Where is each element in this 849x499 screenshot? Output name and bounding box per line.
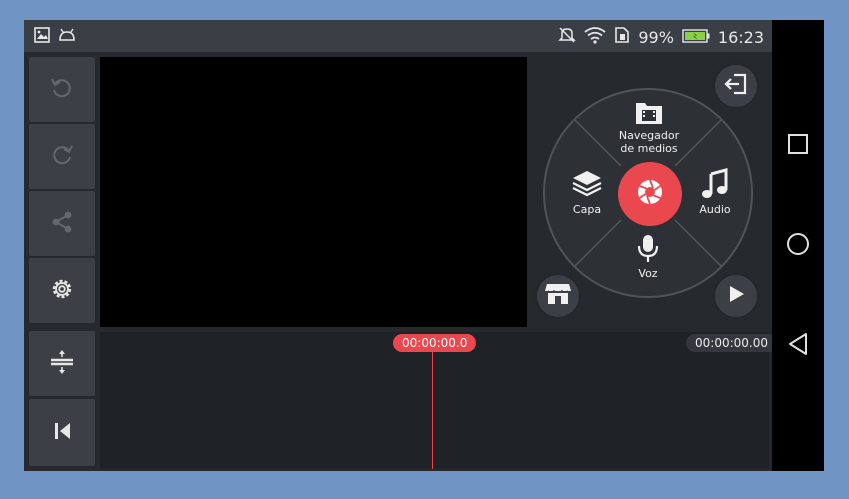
layer-button[interactable]: Capa <box>565 168 609 216</box>
redo-icon <box>49 142 75 172</box>
store-icon <box>544 281 572 311</box>
battery-percentage: 99% <box>638 27 674 47</box>
share-icon <box>49 209 75 239</box>
mute-icon <box>558 26 577 48</box>
layers-icon <box>571 168 603 203</box>
current-time-badge: 00:00:00.0 <box>393 334 477 352</box>
sim-icon <box>614 26 630 48</box>
audio-button[interactable]: Audio <box>693 168 737 216</box>
record-button[interactable] <box>618 162 682 226</box>
wifi-icon <box>584 26 606 48</box>
media-browser-button[interactable]: Navegador de medios <box>609 100 689 155</box>
clock: 16:23 <box>717 27 764 47</box>
system-nav-bar <box>772 20 824 471</box>
app-screen: 99% 16:23 Navegador de medios Capa Audio… <box>24 20 824 471</box>
redo-button[interactable] <box>29 124 95 189</box>
music-note-icon <box>700 168 730 203</box>
layer-label: Capa <box>572 203 602 216</box>
share-button[interactable] <box>29 191 95 256</box>
status-bar: 99% 16:23 <box>24 20 772 52</box>
microphone-icon <box>635 234 661 267</box>
circle-icon <box>786 232 810 260</box>
gallery-icon <box>34 27 50 47</box>
settings-button[interactable] <box>29 258 95 323</box>
back-button[interactable] <box>784 332 812 360</box>
total-duration-badge: 00:00:00.00 <box>686 334 777 352</box>
play-icon <box>725 283 747 309</box>
recents-button[interactable] <box>784 132 812 160</box>
voice-label: Voz <box>638 267 658 280</box>
undo-button[interactable] <box>29 57 95 122</box>
play-button[interactable] <box>713 273 759 319</box>
audio-label: Audio <box>699 203 731 216</box>
triangle-back-icon <box>787 332 809 360</box>
timeline[interactable]: 00:00:00.0 00:00:00.00 <box>100 332 777 469</box>
playhead[interactable] <box>432 348 433 469</box>
skip-to-start-icon <box>49 418 75 448</box>
media-browser-label: Navegador de medios <box>618 129 680 155</box>
square-icon <box>787 133 809 159</box>
settings-icon <box>49 276 75 306</box>
home-button[interactable] <box>784 232 812 260</box>
media-browser-icon <box>634 100 664 129</box>
expand-timeline-icon <box>49 349 75 379</box>
skip-to-start-button[interactable] <box>29 399 95 466</box>
android-debug-icon <box>58 27 76 47</box>
camera-aperture-icon <box>636 178 664 210</box>
battery-icon <box>682 28 710 47</box>
undo-icon <box>49 75 75 105</box>
asset-store-button[interactable] <box>535 273 581 319</box>
expand-timeline-button[interactable] <box>29 331 95 396</box>
media-wheel: Navegador de medios Capa Audio Voz <box>543 88 753 298</box>
voice-button[interactable]: Voz <box>628 234 668 280</box>
video-preview[interactable] <box>100 57 527 327</box>
